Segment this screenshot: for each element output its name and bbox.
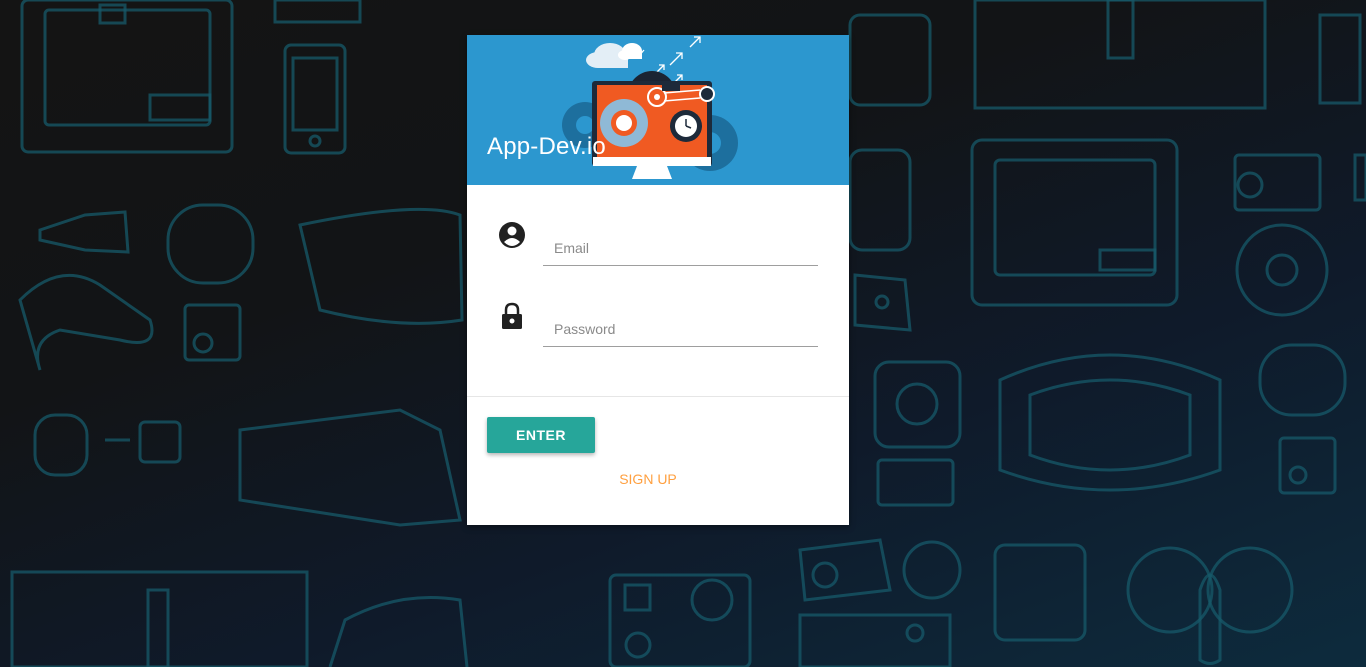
email-field[interactable]: [543, 230, 818, 266]
card-divider: [467, 396, 849, 397]
smart-band-icon: [166, 203, 255, 285]
phone-booth-icon: [1318, 13, 1362, 105]
board-icon: [10, 570, 309, 667]
email-field-row: [497, 218, 819, 278]
tracker-icon: [33, 413, 89, 477]
account-circle-icon: [499, 222, 525, 248]
vr-lens-icon: [993, 543, 1087, 642]
sensor-icon: [183, 303, 242, 362]
speaker-icon: [1235, 223, 1329, 317]
smartwatch-icon: [848, 13, 932, 107]
router-icon: [873, 360, 962, 449]
sign-up-link[interactable]: SIGN UP: [467, 471, 829, 487]
smartband-icon-right: [1258, 343, 1347, 417]
printer-icon: [20, 0, 234, 154]
controller-icon: [238, 408, 462, 527]
login-card: App-Dev.io ENTER SIGN UP: [467, 35, 849, 525]
vr-goggle-icon: [298, 207, 464, 325]
drone-frame-icon: [970, 138, 1179, 307]
app-development-illustration: [562, 36, 738, 179]
cloud-icon: [586, 43, 642, 68]
app-title: App-Dev.io: [487, 133, 606, 160]
enter-button[interactable]: ENTER: [487, 417, 595, 453]
gamepad-icon: [853, 273, 912, 332]
camera-icon: [1233, 153, 1322, 212]
lock-icon: [502, 302, 522, 329]
printer-icon-right: [973, 0, 1267, 110]
chip-icon: [138, 420, 182, 464]
glasses-icon: [328, 596, 469, 667]
password-field[interactable]: [543, 311, 818, 347]
flashlight-icon: [38, 210, 130, 254]
password-field-row: [497, 299, 819, 359]
card-header: App-Dev.io: [467, 35, 849, 185]
headset-icon: [18, 273, 154, 371]
